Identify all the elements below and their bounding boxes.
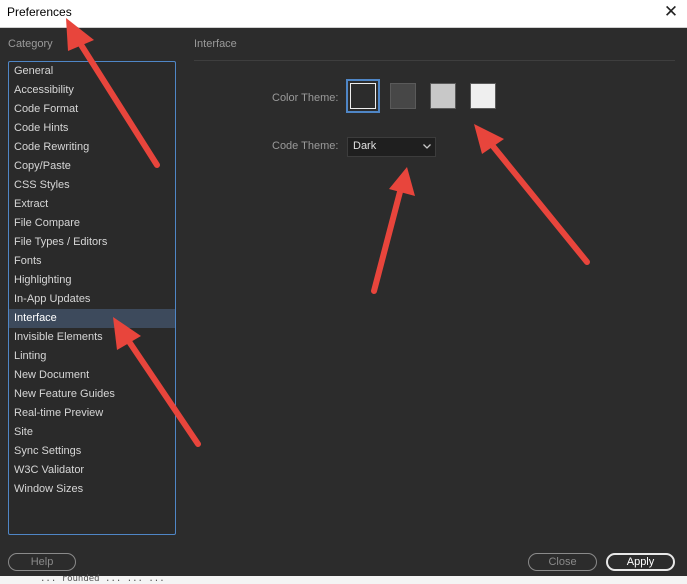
category-item-interface[interactable]: Interface	[9, 309, 175, 328]
annotation-arrowhead-code-theme	[389, 167, 415, 196]
title-bar: Preferences ✕	[0, 0, 687, 28]
code-theme-dropdown[interactable]: Dark	[347, 137, 436, 157]
section-divider	[194, 60, 675, 61]
color-theme-swatch-darkest[interactable]	[346, 79, 380, 113]
annotation-arrow-color-theme	[489, 142, 590, 265]
category-item-window-sizes[interactable]: Window Sizes	[9, 480, 175, 499]
category-item-fonts[interactable]: Fonts	[9, 252, 175, 271]
color-theme-swatch-light[interactable]	[430, 83, 456, 109]
category-item-highlighting[interactable]: Highlighting	[9, 271, 175, 290]
category-item-file-compare[interactable]: File Compare	[9, 214, 175, 233]
background-window-text: ... rounded ... ... ...	[40, 574, 165, 584]
close-icon[interactable]: ✕	[661, 1, 681, 23]
category-item-linting[interactable]: Linting	[9, 347, 175, 366]
category-item-code-hints[interactable]: Code Hints	[9, 119, 175, 138]
category-item-copy-paste[interactable]: Copy/Paste	[9, 157, 175, 176]
category-item-code-format[interactable]: Code Format	[9, 100, 175, 119]
category-item-css-styles[interactable]: CSS Styles	[9, 176, 175, 195]
background-window-strip: ... rounded ... ... ...	[0, 574, 687, 584]
close-button[interactable]: Close	[528, 553, 597, 571]
category-item-site[interactable]: Site	[9, 423, 175, 442]
category-item-in-app-updates[interactable]: In-App Updates	[9, 290, 175, 309]
category-item-invisible-elements[interactable]: Invisible Elements	[9, 328, 175, 347]
category-item-w3c-validator[interactable]: W3C Validator	[9, 461, 175, 480]
category-item-general[interactable]: General	[9, 62, 175, 81]
category-item-code-rewriting[interactable]: Code Rewriting	[9, 138, 175, 157]
color-theme-swatch-lightest[interactable]	[470, 83, 496, 109]
category-item-file-types-editors[interactable]: File Types / Editors	[9, 233, 175, 252]
category-item-real-time-preview[interactable]: Real-time Preview	[9, 404, 175, 423]
annotation-arrow-code-theme	[371, 185, 404, 294]
category-item-sync-settings[interactable]: Sync Settings	[9, 442, 175, 461]
help-button[interactable]: Help	[8, 553, 76, 571]
category-item-new-document[interactable]: New Document	[9, 366, 175, 385]
apply-button[interactable]: Apply	[606, 553, 675, 571]
color-theme-label: Color Theme:	[272, 92, 339, 104]
category-item-new-feature-guides[interactable]: New Feature Guides	[9, 385, 175, 404]
category-heading: Category	[8, 38, 53, 50]
category-item-extract[interactable]: Extract	[9, 195, 175, 214]
code-theme-value: Dark	[353, 140, 377, 152]
category-item-accessibility[interactable]: Accessibility	[9, 81, 175, 100]
annotation-arrowhead-color-theme	[474, 124, 504, 154]
color-theme-swatch-dark[interactable]	[390, 83, 416, 109]
category-list[interactable]: General Accessibility Code Format Code H…	[8, 61, 176, 535]
code-theme-label: Code Theme:	[272, 140, 339, 152]
window-title: Preferences	[7, 5, 72, 19]
chevron-down-icon	[423, 144, 431, 149]
section-title: Interface	[194, 38, 237, 50]
